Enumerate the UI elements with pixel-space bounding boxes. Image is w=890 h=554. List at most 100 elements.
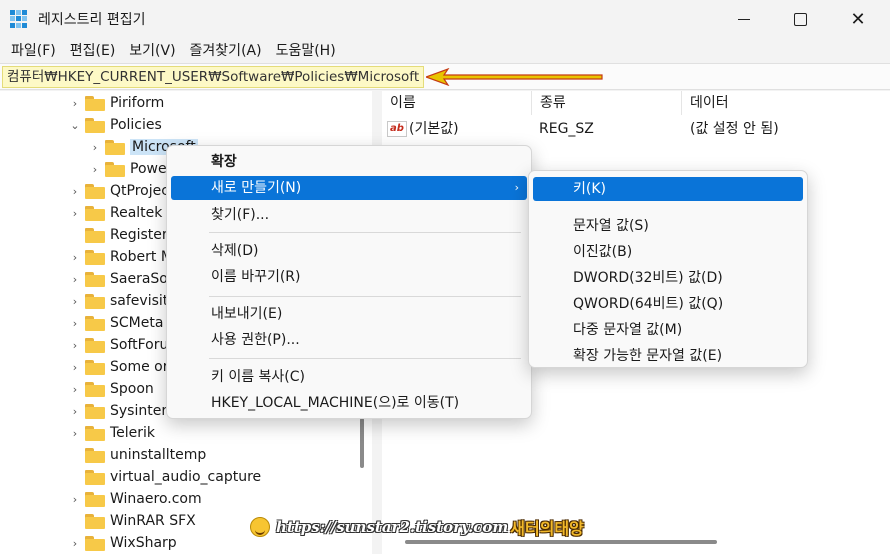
column-header-data[interactable]: 데이터 xyxy=(682,91,890,115)
chevron-right-icon[interactable]: › xyxy=(68,361,82,374)
tree-item-policies[interactable]: ⌄ Policies xyxy=(68,114,162,136)
chevron-right-icon[interactable]: › xyxy=(68,405,82,418)
chevron-right-icon[interactable]: › xyxy=(68,295,82,308)
tree-item[interactable]: › Spoon xyxy=(68,378,154,400)
tree-item[interactable]: › SCMeta xyxy=(68,312,164,334)
chevron-right-icon[interactable]: › xyxy=(68,317,82,330)
tree-item-label: Some or xyxy=(110,359,169,375)
chevron-down-icon[interactable]: ⌄ xyxy=(68,119,82,132)
folder-icon xyxy=(85,227,105,243)
minimize-button[interactable] xyxy=(712,0,776,38)
folder-icon xyxy=(85,117,105,133)
tree-item[interactable]: virtual_audio_capture xyxy=(68,466,261,488)
chevron-right-icon[interactable]: › xyxy=(68,207,82,220)
tree-item[interactable]: uninstalltemp xyxy=(68,444,206,466)
tree-item[interactable]: › Realtek xyxy=(68,202,163,224)
folder-icon xyxy=(85,359,105,375)
tree-item[interactable]: Register xyxy=(68,224,168,246)
tree-item-label: uninstalltemp xyxy=(110,447,207,463)
chevron-right-icon[interactable]: › xyxy=(68,339,82,352)
folder-icon xyxy=(105,161,125,177)
column-header-name[interactable]: 이름 xyxy=(382,91,532,115)
registry-editor-icon xyxy=(10,10,28,28)
submenu-item-dword-value[interactable]: DWORD(32비트) 값(D) xyxy=(533,266,803,290)
chevron-right-icon[interactable]: › xyxy=(68,537,82,550)
menu-item-permissions[interactable]: 사용 권한(P)... xyxy=(171,328,527,352)
menu-item-goto-hklm[interactable]: HKEY_LOCAL_MACHINE(으)로 이동(T) xyxy=(171,391,527,415)
menu-item-rename[interactable]: 이름 바꾸기(R) xyxy=(171,265,527,289)
tree-item-label: safevisit xyxy=(110,293,169,309)
tree-item-label: Powe xyxy=(130,161,167,177)
submenu-item-qword-value[interactable]: QWORD(64비트) 값(Q) xyxy=(533,292,803,316)
menu-file[interactable]: 파일(F) xyxy=(4,40,63,60)
chevron-right-icon[interactable]: › xyxy=(68,273,82,286)
chevron-right-icon[interactable]: › xyxy=(88,141,102,154)
menu-edit[interactable]: 편집(E) xyxy=(63,40,123,60)
tree-item[interactable]: › Sysinter xyxy=(68,400,167,422)
folder-icon xyxy=(85,249,105,265)
menu-view[interactable]: 보기(V) xyxy=(122,40,182,60)
menu-item-export[interactable]: 내보내기(E) xyxy=(171,302,527,326)
chevron-right-icon[interactable]: › xyxy=(68,493,82,506)
tree-item[interactable]: › safevisit xyxy=(68,290,168,312)
context-menu: 확장 새로 만들기(N) › 찾기(F)... 삭제(D) 이름 바꾸기(R) 내… xyxy=(166,145,532,419)
folder-icon xyxy=(85,337,105,353)
tree-item[interactable]: › Telerik xyxy=(68,422,155,444)
menu-item-delete[interactable]: 삭제(D) xyxy=(171,239,527,263)
tree-item-label: virtual_audio_capture xyxy=(110,469,262,485)
watermark-brand: 새터의태양 xyxy=(510,519,584,538)
folder-icon xyxy=(85,381,105,397)
folder-icon xyxy=(85,403,105,419)
menu-item-copy-key-name[interactable]: 키 이름 복사(C) xyxy=(171,365,527,389)
list-horizontal-scrollbar[interactable] xyxy=(405,540,717,544)
tree-item[interactable]: › Some or xyxy=(68,356,169,378)
tree-item[interactable]: WinRAR SFX xyxy=(68,510,196,532)
tree-vertical-scrollbar[interactable] xyxy=(360,418,364,468)
submenu-item-string-value[interactable]: 문자열 값(S) xyxy=(533,214,803,238)
menu-item-find[interactable]: 찾기(F)... xyxy=(171,203,527,227)
tree-item-label: Realtek xyxy=(110,205,163,221)
column-header-type[interactable]: 종류 xyxy=(532,91,682,115)
tree-item-label: Telerik xyxy=(110,425,156,441)
folder-icon xyxy=(105,139,125,155)
folder-icon xyxy=(85,535,105,551)
submenu-item-multi-string-value[interactable]: 다중 문자열 값(M) xyxy=(533,318,803,342)
watermark: https://sunstar2.tistory.com 새터의태양 xyxy=(250,514,584,540)
menu-favorites[interactable]: 즐겨찾기(A) xyxy=(183,40,269,60)
submenu-item-binary-value[interactable]: 이진값(B) xyxy=(533,240,803,264)
value-type[interactable]: REG_SZ xyxy=(539,118,594,140)
tree-item[interactable]: › Powe xyxy=(88,158,167,180)
menu-item-new[interactable]: 새로 만들기(N) › xyxy=(171,176,527,200)
chevron-right-icon[interactable]: › xyxy=(88,163,102,176)
close-button[interactable]: ✕ xyxy=(826,0,890,38)
tree-item[interactable]: › SoftForu xyxy=(68,334,169,356)
new-submenu: 키(K) 문자열 값(S) 이진값(B) DWORD(32비트) 값(D) QW… xyxy=(528,170,808,368)
menu-separator xyxy=(209,296,521,297)
submenu-item-key[interactable]: 키(K) xyxy=(533,177,803,201)
value-name[interactable]: (기본값) xyxy=(409,118,459,140)
tree-item-label: Spoon xyxy=(110,381,154,397)
folder-icon xyxy=(85,447,105,463)
title-bar: 레지스트리 편집기 ✕ xyxy=(0,0,890,38)
value-data[interactable]: (값 설정 안 됨) xyxy=(690,118,779,140)
address-path[interactable]: 컴퓨터₩HKEY_CURRENT_USER₩Software₩Policies₩… xyxy=(2,66,425,88)
tree-item[interactable]: › WixSharp xyxy=(68,532,177,554)
tree-item-label: SCMeta xyxy=(110,315,164,331)
maximize-button[interactable] xyxy=(768,0,832,38)
menu-help[interactable]: 도움말(H) xyxy=(269,40,343,60)
chevron-right-icon[interactable]: › xyxy=(68,97,82,110)
menu-item-label: 새로 만들기(N) xyxy=(211,180,302,196)
tree-item[interactable]: › Robert M xyxy=(68,246,173,268)
tree-item-label: Policies xyxy=(110,117,162,133)
chevron-right-icon[interactable]: › xyxy=(68,427,82,440)
menu-item-expand[interactable]: 확장 xyxy=(171,150,527,174)
tree-item[interactable]: › Piriform xyxy=(68,92,165,114)
chevron-right-icon[interactable]: › xyxy=(68,251,82,264)
tree-item[interactable]: › SaeraSo xyxy=(68,268,168,290)
tree-item[interactable]: › Winaero.com xyxy=(68,488,202,510)
submenu-item-expandable-string-value[interactable]: 확장 가능한 문자열 값(E) xyxy=(533,344,803,368)
chevron-right-icon[interactable]: › xyxy=(68,383,82,396)
tree-item-label: Sysinter xyxy=(110,403,168,419)
chevron-right-icon[interactable]: › xyxy=(68,185,82,198)
tree-item[interactable]: › QtProjec xyxy=(68,180,169,202)
